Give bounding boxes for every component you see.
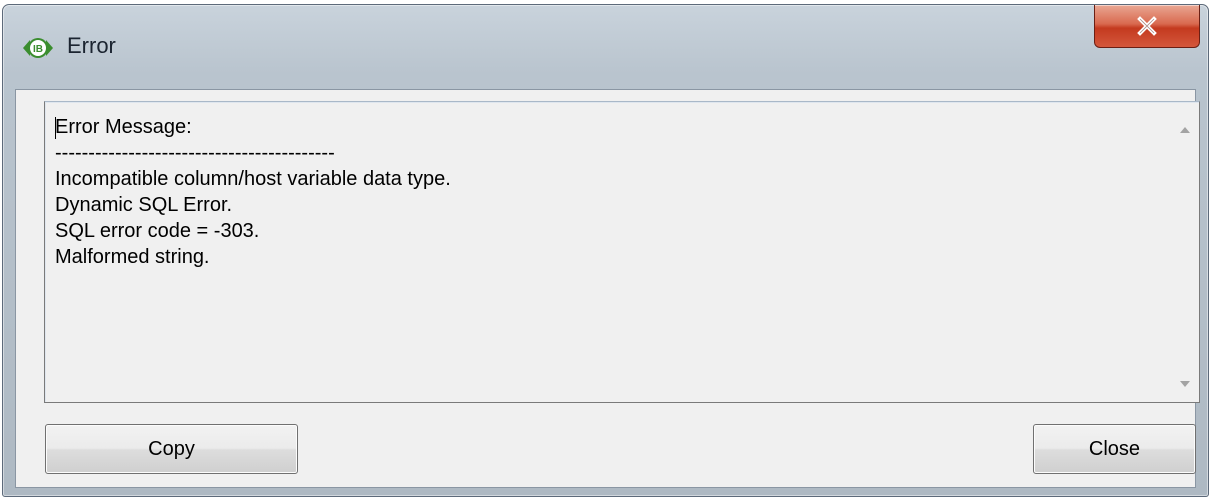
copy-button[interactable]: Copy (45, 424, 298, 474)
scroll-up-arrow-icon[interactable] (1172, 117, 1198, 143)
close-button[interactable]: Close (1033, 424, 1196, 474)
close-x-icon (1137, 16, 1157, 36)
app-ib-icon: IB (21, 31, 55, 65)
window-title: Error (67, 33, 116, 58)
message-line: Dynamic SQL Error. (55, 194, 233, 216)
error-dialog: IB Error Error Message: -----------------… (2, 4, 1209, 497)
svg-text:IB: IB (33, 44, 43, 55)
message-line: Error Message: (55, 116, 192, 138)
title-bar[interactable]: IB Error (3, 5, 1208, 89)
message-line: SQL error code = -303. (55, 220, 260, 242)
message-line: Incompatible column/host variable data t… (55, 168, 451, 190)
message-line: Malformed string. (55, 246, 210, 268)
message-line: ----------------------------------------… (55, 142, 335, 164)
window-close-button[interactable] (1094, 5, 1200, 48)
error-message-textarea[interactable]: Error Message: --------------------------… (44, 101, 1200, 403)
vertical-scrollbar[interactable] (1172, 103, 1198, 401)
dialog-body: Error Message: --------------------------… (15, 89, 1200, 488)
error-message-text: Error Message: --------------------------… (55, 114, 1163, 270)
scroll-down-arrow-icon[interactable] (1172, 371, 1198, 397)
